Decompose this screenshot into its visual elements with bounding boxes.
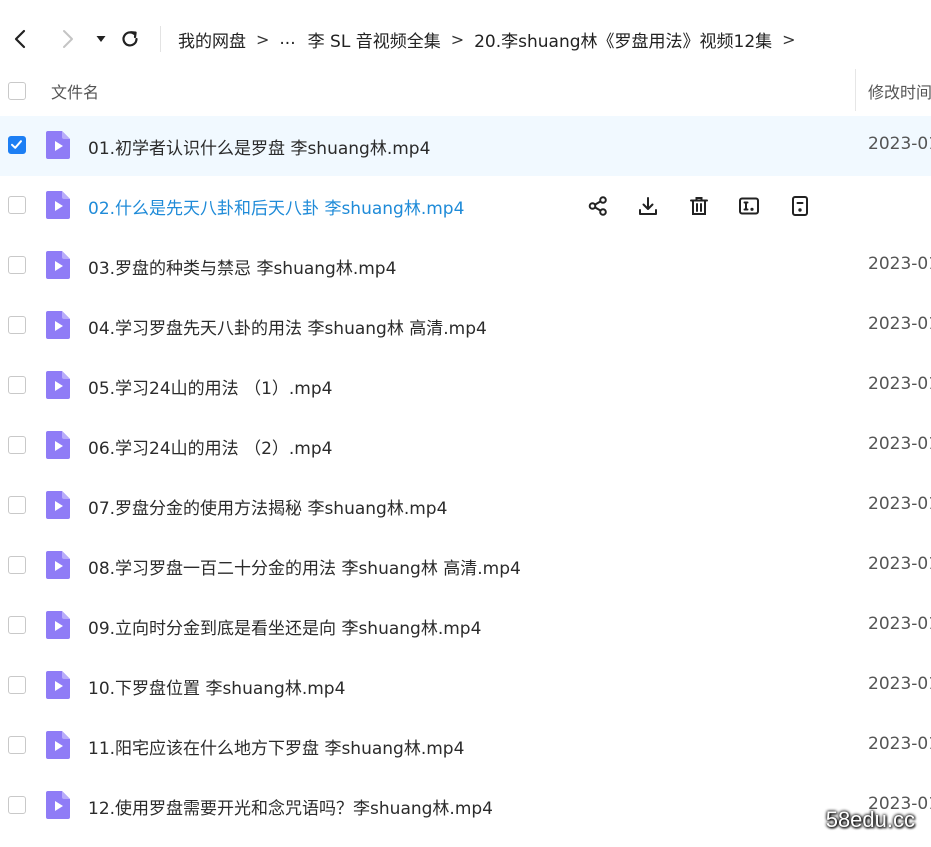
file-modified-date: 2023-01 bbox=[868, 134, 931, 154]
breadcrumb-item-ellipsis[interactable]: ... bbox=[279, 29, 295, 49]
file-name[interactable]: 08.学习罗盘一百二十分金的用法 李shuang林 高清.mp4 bbox=[88, 554, 521, 579]
breadcrumb-separator: > bbox=[782, 29, 796, 49]
file-name[interactable]: 07.罗盘分金的使用方法揭秘 李shuang林.mp4 bbox=[88, 494, 447, 519]
file-modified-date: 2023-01 bbox=[868, 374, 931, 394]
row-checkbox[interactable] bbox=[8, 376, 26, 394]
column-header-name[interactable]: 文件名 bbox=[51, 79, 99, 103]
column-header-modified[interactable]: 修改时间 bbox=[868, 79, 931, 103]
row-checkbox[interactable] bbox=[8, 316, 26, 334]
row-checkbox[interactable] bbox=[8, 676, 26, 694]
file-modified-date: 2023-01 bbox=[868, 494, 931, 514]
delete-icon bbox=[688, 195, 710, 217]
file-row[interactable]: 07.罗盘分金的使用方法揭秘 李shuang林.mp4 2023-01 bbox=[0, 476, 931, 536]
row-checkbox[interactable] bbox=[8, 496, 26, 514]
check-icon bbox=[11, 140, 22, 149]
share-button[interactable] bbox=[585, 193, 611, 219]
video-file-icon bbox=[45, 310, 71, 340]
file-name[interactable]: 09.立向时分金到底是看坐还是向 李shuang林.mp4 bbox=[88, 614, 481, 639]
rename-button[interactable] bbox=[736, 193, 762, 219]
file-row[interactable]: 04.学习罗盘先天八卦的用法 李shuang林 高清.mp4 2023-01 bbox=[0, 296, 931, 356]
file-browser: 我的网盘 > ... 李 SL 音视频全集 > 20.李shuang林《罗盘用法… bbox=[0, 0, 931, 847]
file-name[interactable]: 03.罗盘的种类与禁忌 李shuang林.mp4 bbox=[88, 254, 396, 279]
file-row[interactable]: 01.初学者认识什么是罗盘 李shuang林.mp4 2023-01 bbox=[0, 116, 931, 176]
chevron-left-icon bbox=[14, 29, 26, 49]
row-checkbox[interactable] bbox=[8, 196, 26, 214]
file-row[interactable]: 03.罗盘的种类与禁忌 李shuang林.mp4 2023-01 bbox=[0, 236, 931, 296]
video-file-icon bbox=[45, 790, 71, 820]
file-modified-date: 2023-01 bbox=[868, 674, 931, 694]
row-checkbox[interactable] bbox=[8, 136, 26, 154]
file-row[interactable]: 05.学习24山的用法 （1）.mp4 2023-01 bbox=[0, 356, 931, 416]
watermark: 58edu.cc bbox=[825, 807, 915, 832]
video-file-icon bbox=[45, 490, 71, 520]
breadcrumb-item-root[interactable]: 我的网盘 bbox=[178, 27, 246, 52]
row-checkbox[interactable] bbox=[8, 796, 26, 814]
video-file-icon bbox=[45, 730, 71, 760]
file-row[interactable]: 02.什么是先天八卦和后天八卦 李shuang林.mp4 bbox=[0, 176, 931, 236]
download-button[interactable] bbox=[635, 193, 661, 219]
delete-button[interactable] bbox=[686, 193, 712, 219]
row-checkbox[interactable] bbox=[8, 256, 26, 274]
breadcrumb-item-collection[interactable]: 李 SL 音视频全集 bbox=[308, 27, 441, 52]
file-name[interactable]: 02.什么是先天八卦和后天八卦 李shuang林.mp4 bbox=[88, 194, 464, 219]
row-checkbox[interactable] bbox=[8, 436, 26, 454]
row-checkbox[interactable] bbox=[8, 616, 26, 634]
file-name[interactable]: 04.学习罗盘先天八卦的用法 李shuang林 高清.mp4 bbox=[88, 314, 487, 339]
file-list: 01.初学者认识什么是罗盘 李shuang林.mp4 2023-01 02.什么是… bbox=[0, 116, 931, 836]
nav-divider bbox=[160, 26, 161, 52]
video-file-icon bbox=[45, 610, 71, 640]
file-row[interactable]: 12.使用罗盘需要开光和念咒语吗？李shuang林.mp42023-01 bbox=[0, 776, 931, 836]
file-name[interactable]: 12.使用罗盘需要开光和念咒语吗？李shuang林.mp4 bbox=[88, 794, 493, 819]
breadcrumb-item-current[interactable]: 20.李shuang林《罗盘用法》视频12集 bbox=[474, 27, 772, 52]
file-name[interactable]: 01.初学者认识什么是罗盘 李shuang林.mp4 bbox=[88, 134, 430, 159]
file-name[interactable]: 06.学习24山的用法 （2）.mp4 bbox=[88, 434, 332, 459]
file-modified-date: 2023-01 bbox=[868, 434, 931, 454]
refresh-button[interactable] bbox=[113, 22, 147, 56]
file-row[interactable]: 09.立向时分金到底是看坐还是向 李shuang林.mp4 2023-01 bbox=[0, 596, 931, 656]
column-divider[interactable] bbox=[855, 69, 856, 111]
file-modified-date: 2023-01 bbox=[868, 614, 931, 634]
file-name[interactable]: 11.阳宅应该在什么地方下罗盘 李shuang林.mp4 bbox=[88, 734, 464, 759]
download-icon bbox=[637, 195, 659, 217]
chevron-right-icon bbox=[63, 30, 73, 48]
breadcrumb-separator: > bbox=[450, 29, 465, 49]
file-row[interactable]: 08.学习罗盘一百二十分金的用法 李shuang林 高清.mp4 2023-01 bbox=[0, 536, 931, 596]
share-icon bbox=[587, 195, 609, 217]
back-button[interactable] bbox=[4, 22, 38, 56]
video-file-icon bbox=[45, 370, 71, 400]
video-file-icon bbox=[45, 130, 71, 160]
more-icon bbox=[789, 195, 811, 217]
file-row[interactable]: 11.阳宅应该在什么地方下罗盘 李shuang林.mp4 2023-01 bbox=[0, 716, 931, 776]
file-name[interactable]: 05.学习24山的用法 （1）.mp4 bbox=[88, 374, 332, 399]
file-modified-date: 2023-01 bbox=[868, 314, 931, 334]
list-header: 文件名 修改时间 bbox=[0, 66, 931, 116]
caret-down-icon bbox=[96, 36, 106, 42]
video-file-icon bbox=[45, 550, 71, 580]
video-file-icon bbox=[45, 250, 71, 280]
breadcrumb-separator: > bbox=[256, 29, 270, 49]
file-modified-date: 2023-01 bbox=[868, 554, 931, 574]
file-modified-date: 2023-01 bbox=[868, 734, 931, 754]
file-row[interactable]: 06.学习24山的用法 （2）.mp4 2023-01 bbox=[0, 416, 931, 476]
video-file-icon bbox=[45, 430, 71, 460]
video-file-icon bbox=[45, 190, 71, 220]
select-all-checkbox[interactable] bbox=[8, 82, 26, 100]
file-modified-date: 2023-01 bbox=[868, 254, 931, 274]
file-name[interactable]: 10.下罗盘位置 李shuang林.mp4 bbox=[88, 674, 345, 699]
row-checkbox[interactable] bbox=[8, 556, 26, 574]
forward-button[interactable] bbox=[50, 22, 84, 56]
row-checkbox[interactable] bbox=[8, 736, 26, 754]
more-button[interactable] bbox=[787, 193, 813, 219]
video-file-icon bbox=[45, 670, 71, 700]
rename-icon bbox=[738, 195, 760, 217]
refresh-icon bbox=[122, 31, 138, 47]
file-row[interactable]: 10.下罗盘位置 李shuang林.mp4 2023-01 bbox=[0, 656, 931, 716]
